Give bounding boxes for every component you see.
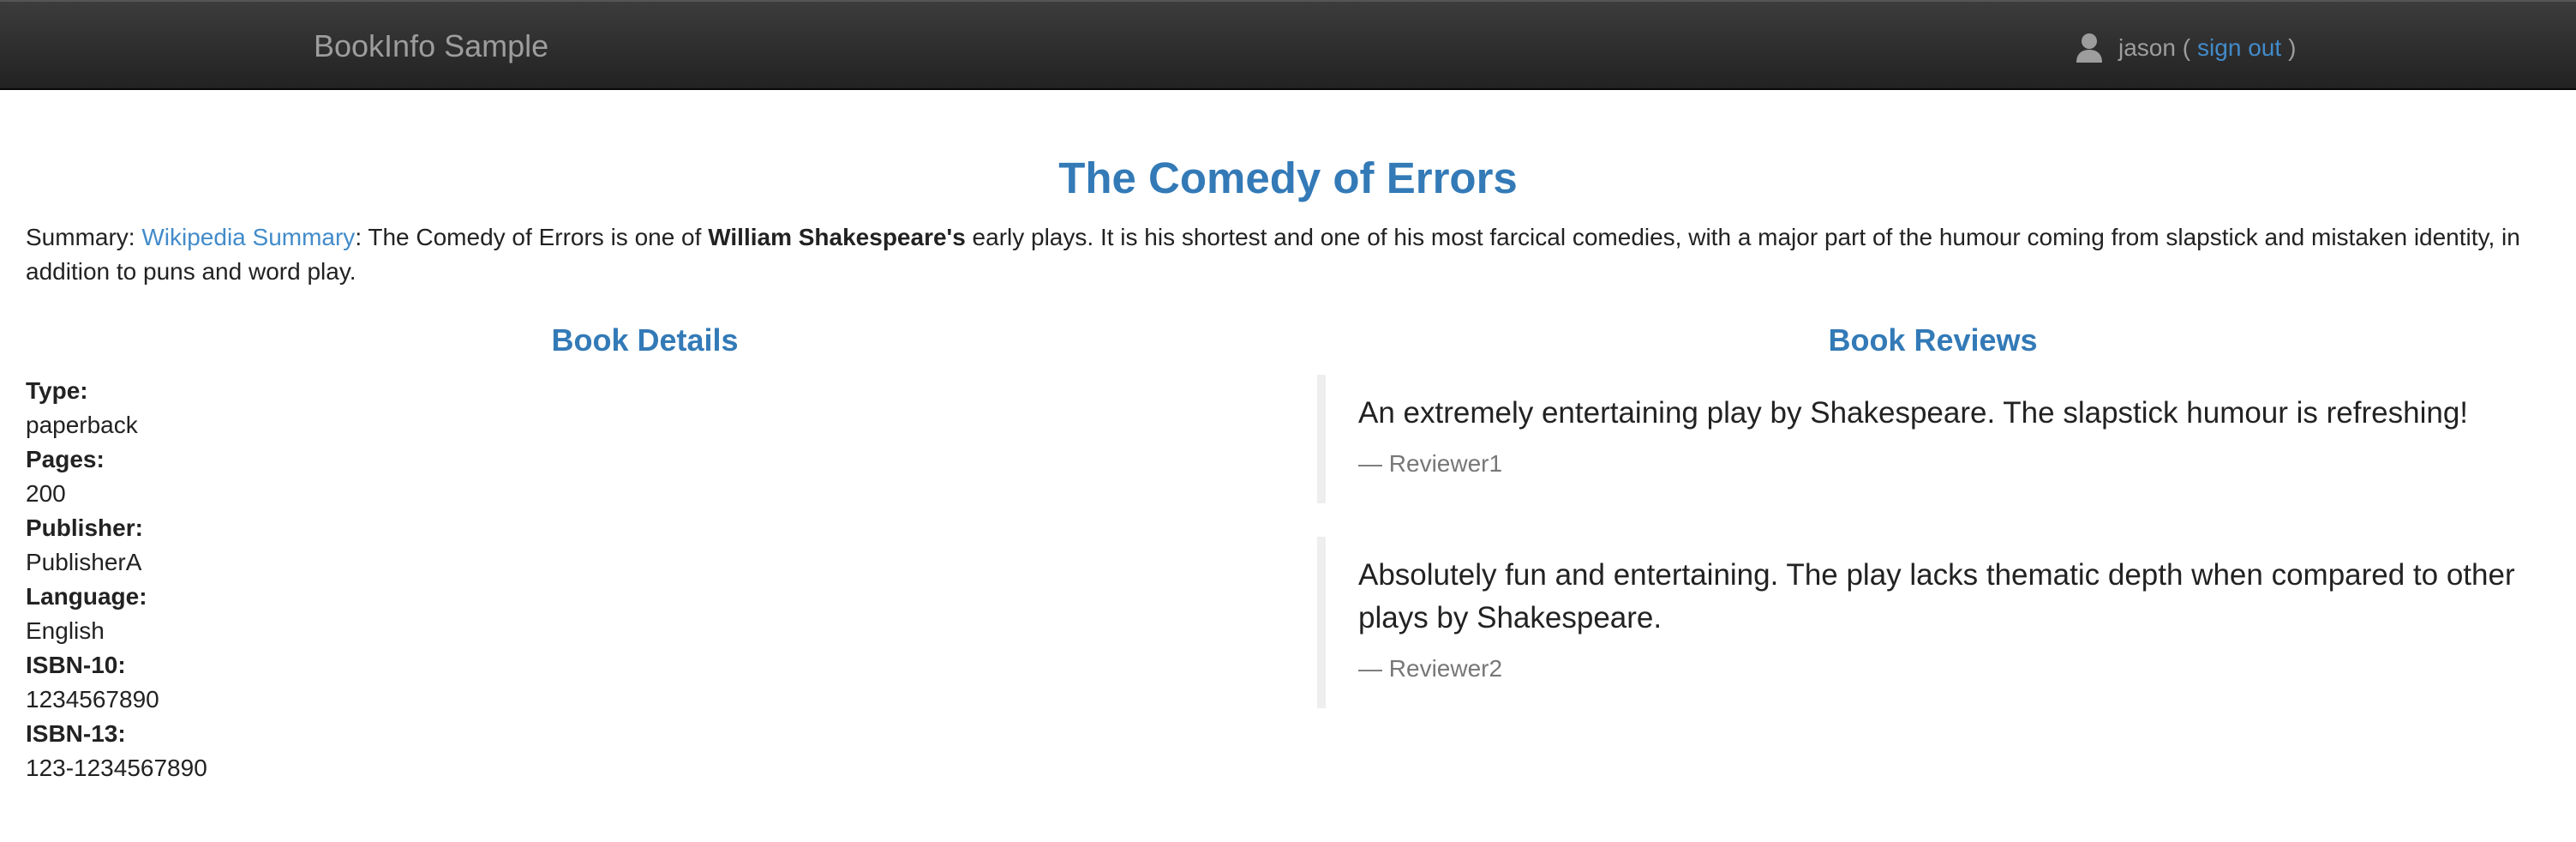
book-title: The Comedy of Errors bbox=[1058, 153, 1518, 202]
detail-value-isbn10: 1234567890 bbox=[26, 686, 159, 713]
open-paren: ( bbox=[2182, 34, 2191, 61]
user-area: jason ( sign out ) bbox=[2076, 29, 2296, 67]
detail-label-isbn10: ISBN-10: bbox=[26, 652, 126, 678]
detail-value-language: English bbox=[26, 617, 105, 644]
detail-label-publisher: Publisher: bbox=[26, 514, 143, 541]
summary-text-before: : The Comedy of Errors is one of bbox=[355, 224, 702, 250]
detail-value-isbn13: 123-1234567890 bbox=[26, 755, 207, 781]
detail-value-publisher: PublisherA bbox=[26, 549, 142, 575]
summary-author: William Shakespeare's bbox=[708, 224, 966, 250]
book-summary: Summary: Wikipedia Summary: The Comedy o… bbox=[26, 220, 2562, 289]
book-details-list: Type: paperback Pages: 200 Publisher: Pu… bbox=[26, 374, 207, 785]
detail-value-pages: 200 bbox=[26, 480, 66, 507]
close-paren: ) bbox=[2288, 34, 2297, 61]
brand-link[interactable]: BookInfo Sample bbox=[314, 27, 548, 65]
summary-label: Summary: bbox=[26, 224, 135, 250]
detail-label-type: Type: bbox=[26, 377, 88, 404]
user-icon bbox=[2076, 33, 2103, 63]
wikipedia-summary-link[interactable]: Wikipedia Summary bbox=[141, 224, 355, 250]
detail-value-type: paperback bbox=[26, 412, 138, 438]
detail-label-pages: Pages: bbox=[26, 446, 105, 472]
sign-out-link[interactable]: sign out bbox=[2197, 34, 2281, 62]
review-text: Absolutely fun and entertaining. The pla… bbox=[1358, 558, 2515, 635]
review-item: An extremely entertaining play by Shakes… bbox=[1317, 375, 2517, 503]
detail-label-isbn13: ISBN-13: bbox=[26, 720, 126, 747]
review-item: Absolutely fun and entertaining. The pla… bbox=[1317, 537, 2517, 708]
detail-label-language: Language: bbox=[26, 583, 147, 610]
username: jason bbox=[2118, 34, 2176, 61]
review-text: An extremely entertaining play by Shakes… bbox=[1358, 396, 2469, 430]
book-reviews-heading: Book Reviews bbox=[1828, 322, 2038, 358]
review-author: — Reviewer1 bbox=[1358, 450, 1503, 477]
top-navbar: BookInfo Sample jason ( sign out ) bbox=[0, 0, 2576, 90]
book-details-heading: Book Details bbox=[551, 322, 739, 358]
review-author: — Reviewer2 bbox=[1358, 655, 1503, 682]
